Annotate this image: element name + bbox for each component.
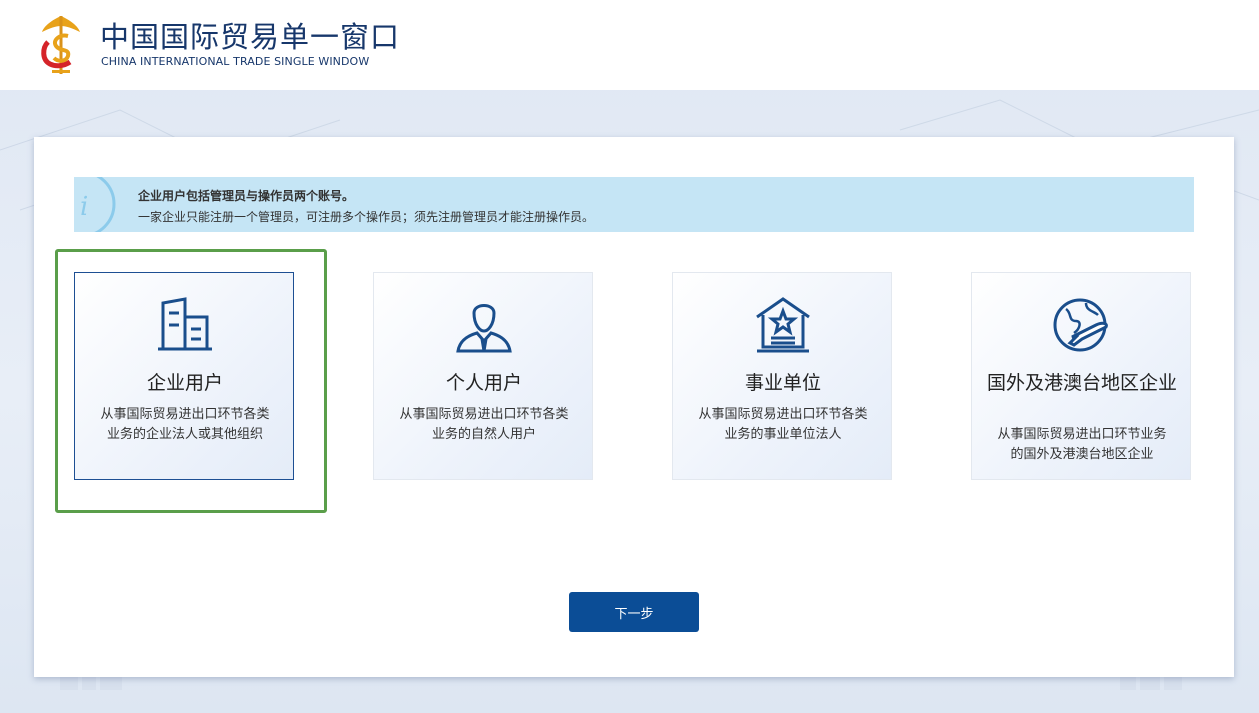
building-icon xyxy=(158,297,212,351)
person-icon xyxy=(456,304,512,353)
institution-icon xyxy=(756,297,810,353)
globe-plane-icon xyxy=(1053,298,1108,352)
user-type-card-individual[interactable]: 个人用户 从事国际贸易进出口环节各类业务的自然人用户 xyxy=(373,272,593,480)
user-type-card-foreign[interactable]: 国外及港澳台地区企业 从事国际贸易进出口环节业务的国外及港澳台地区企业 xyxy=(971,272,1191,480)
registration-panel: i 企业用户包括管理员与操作员两个账号。 一家企业只能注册一个管理员，可注册多个… xyxy=(34,137,1234,677)
notice-box: i 企业用户包括管理员与操作员两个账号。 一家企业只能注册一个管理员，可注册多个… xyxy=(74,177,1194,232)
site-header: 中国国际贸易单一窗口 CHINA INTERNATIONAL TRADE SIN… xyxy=(0,0,1259,90)
site-subtitle: CHINA INTERNATIONAL TRADE SINGLE WINDOW xyxy=(101,55,370,68)
next-step-button[interactable]: 下一步 xyxy=(569,592,699,632)
card-description: 从事国际贸易进出口环节各类业务的企业法人或其他组织 xyxy=(100,407,270,442)
card-title: 企业用户 xyxy=(146,372,223,394)
user-type-card-institution[interactable]: 事业单位 从事国际贸易进出口环节各类业务的事业单位法人 xyxy=(672,272,892,480)
card-title: 国外及港澳台地区企业 xyxy=(986,372,1177,394)
card-title: 个人用户 xyxy=(445,372,522,394)
svg-text:i: i xyxy=(80,192,88,222)
logo-emblem-icon xyxy=(41,16,80,74)
info-icon: i xyxy=(80,177,116,232)
notice-detail: 一家企业只能注册一个管理员，可注册多个操作员；须先注册管理员才能注册操作员。 xyxy=(138,210,595,224)
card-description: 从事国际贸易进出口环节各类业务的自然人用户 xyxy=(399,407,569,442)
user-type-card-enterprise[interactable]: 企业用户 从事国际贸易进出口环节各类业务的企业法人或其他组织 xyxy=(74,272,294,480)
notice-title: 企业用户包括管理员与操作员两个账号。 xyxy=(138,189,355,203)
site-title: 中国国际贸易单一窗口 xyxy=(100,20,401,54)
card-title: 事业单位 xyxy=(744,372,821,394)
card-description: 从事国际贸易进出口环节各类业务的事业单位法人 xyxy=(698,407,868,442)
card-description: 从事国际贸易进出口环节业务的国外及港澳台地区企业 xyxy=(997,427,1167,462)
